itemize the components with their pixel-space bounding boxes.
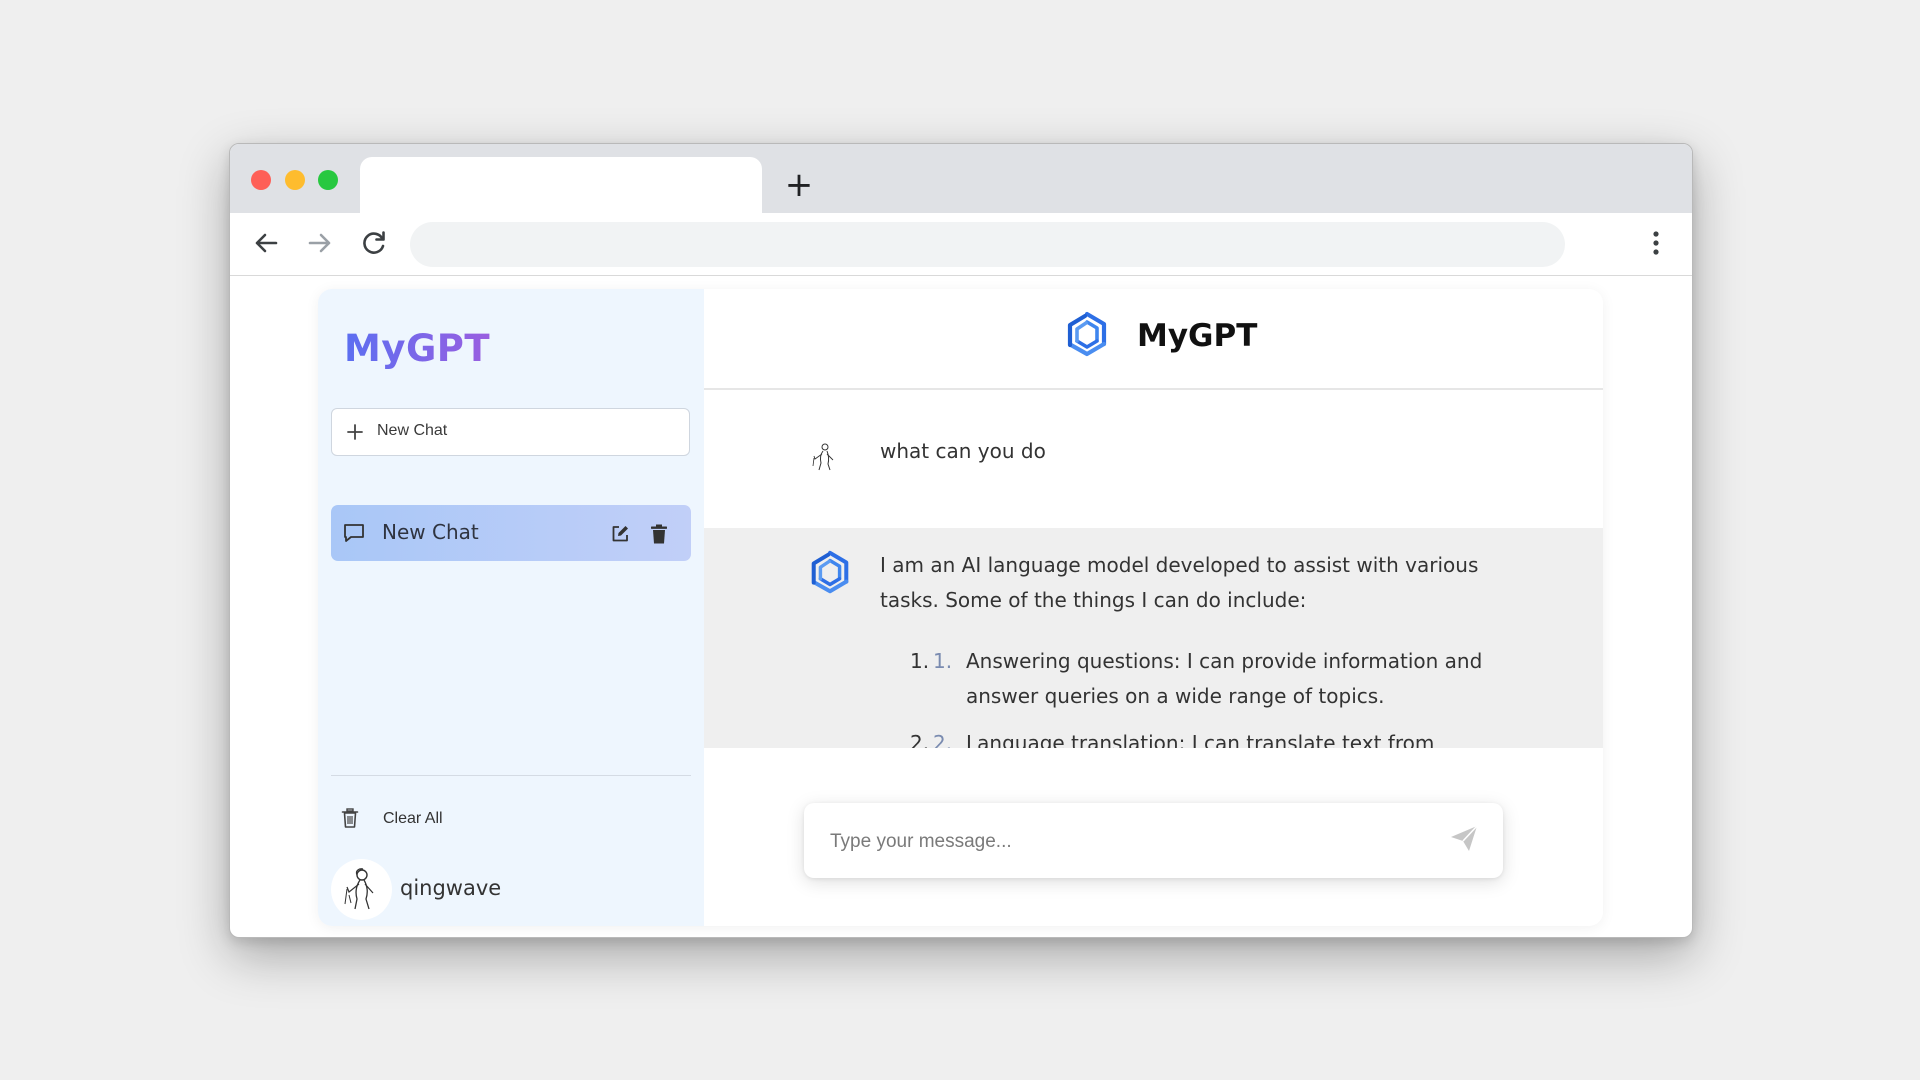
edit-icon[interactable] (610, 524, 630, 544)
bot-message-intro: I am an AI language model developed to a… (880, 553, 1479, 612)
list-item-text: Language translation: I can translate te… (966, 731, 1435, 748)
clear-all-label: Clear All (383, 810, 443, 827)
paper-plane-icon[interactable] (1449, 824, 1479, 854)
hexagon-swirl-logo-icon (1067, 311, 1107, 357)
page-title: MyGPT (1137, 318, 1258, 354)
new-chat-button[interactable]: New Chat (331, 408, 690, 456)
minimize-window-button[interactable] (285, 170, 305, 190)
chat-bubble-icon (344, 524, 364, 542)
address-bar[interactable] (410, 222, 1565, 267)
plus-icon (347, 424, 363, 440)
chat-header: MyGPT (704, 289, 1603, 390)
message-list[interactable]: what can you do I am an AI language mode… (704, 390, 1603, 748)
browser-window: + MyGPT New Chat New Chat Clear All qing… (229, 143, 1693, 938)
chat-item-label: New Chat (382, 520, 479, 544)
clear-all-button[interactable]: Clear All (331, 799, 691, 839)
message-composer (804, 803, 1503, 878)
user-avatar-icon (812, 443, 834, 471)
back-arrow-icon[interactable] (250, 227, 282, 259)
forward-arrow-icon[interactable] (304, 227, 336, 259)
bot-message: I am an AI language model developed to a… (704, 528, 1603, 748)
close-window-button[interactable] (251, 170, 271, 190)
browser-tab[interactable] (360, 157, 762, 213)
list-item-text: Answering questions: I can provide infor… (966, 649, 1483, 708)
user-name: qingwave (400, 876, 502, 900)
sketch-figure-avatar-icon (344, 868, 374, 910)
chat-main: MyGPT what can you do I am an AI languag… (704, 289, 1603, 926)
hexagon-swirl-logo-icon (811, 550, 849, 594)
avatar[interactable] (331, 859, 392, 920)
chat-list-item[interactable]: New Chat (331, 505, 691, 561)
trash-icon[interactable] (650, 524, 668, 544)
new-tab-button[interactable]: + (782, 168, 816, 202)
list-marker-inner: 1. (933, 649, 953, 673)
tab-strip: + (230, 144, 1692, 213)
list-marker: 2. (910, 731, 930, 748)
sidebar-divider (331, 775, 691, 776)
list-marker: 1. (910, 649, 930, 673)
mygpt-app: MyGPT New Chat New Chat Clear All qingwa… (318, 289, 1603, 926)
sidebar: MyGPT New Chat New Chat Clear All qingwa… (318, 289, 704, 926)
brand-title: MyGPT (344, 327, 491, 370)
kebab-menu-icon[interactable] (1640, 227, 1672, 259)
browser-toolbar (230, 213, 1692, 276)
list-marker-inner: 2. (933, 731, 953, 748)
trash-icon (341, 808, 359, 828)
reload-icon[interactable] (358, 227, 390, 259)
message-input[interactable] (828, 825, 1422, 859)
maximize-window-button[interactable] (318, 170, 338, 190)
user-message: what can you do (704, 390, 1603, 528)
new-chat-label: New Chat (377, 422, 448, 439)
user-profile[interactable]: qingwave (331, 859, 691, 921)
user-message-text: what can you do (880, 439, 1046, 463)
